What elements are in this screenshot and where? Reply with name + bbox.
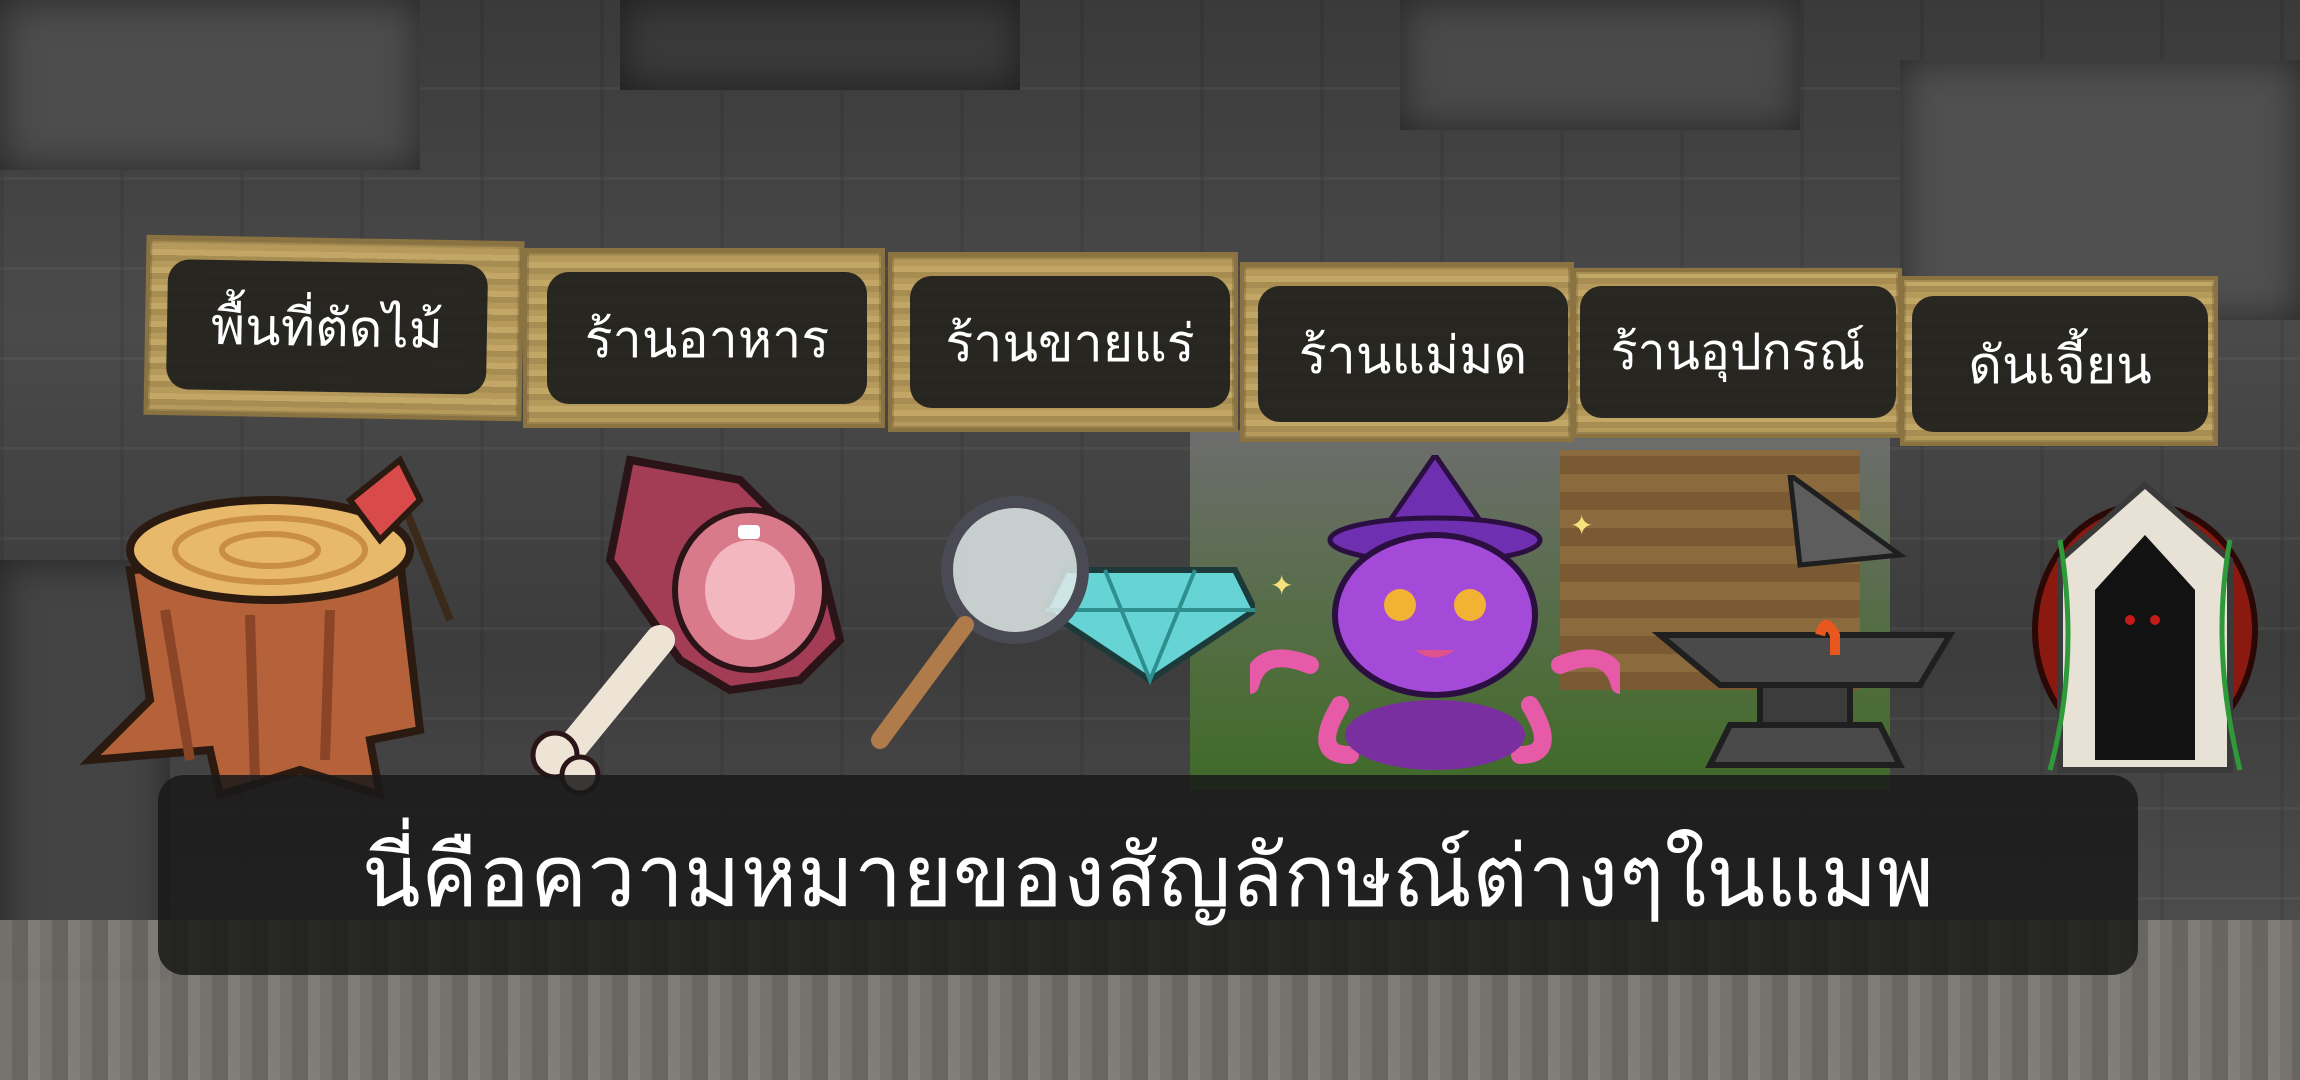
stone-block — [620, 0, 1020, 90]
sign-label: ร้านอุปกรณ์ — [1580, 286, 1896, 418]
sign-woodcutting: พื้นที่ตัดไม้ — [143, 234, 525, 422]
magnifier-diamond-icon — [871, 496, 1255, 749]
sign-label: ดันเจี้ยน — [1912, 296, 2208, 432]
sign-dungeon: ดันเจี้ยน — [1900, 276, 2218, 446]
stone-block — [1400, 0, 1800, 130]
stone-block — [0, 0, 420, 170]
tree-stump-axe-icon — [79, 455, 454, 800]
sign-label: ร้านอาหาร — [547, 272, 867, 404]
sign-mineral-shop: ร้านขายแร่ — [888, 252, 1238, 432]
sign-label: ร้านขายแร่ — [910, 276, 1230, 408]
dungeon-portal-icon — [2032, 480, 2258, 773]
svg-text:✦: ✦ — [1270, 569, 1293, 602]
svg-text:✦: ✦ — [1570, 509, 1593, 542]
sign-witch-shop: ร้านแม่มด — [1240, 262, 1574, 442]
anvil-icon — [1651, 475, 1956, 768]
sign-label: พื้นที่ตัดไม้ — [165, 259, 489, 395]
sign-food-store: ร้านอาหาร — [523, 248, 885, 428]
meat-leg-icon — [530, 455, 845, 796]
sign-upgrade-shop: ร้านอุปกรณ์ — [1572, 268, 1902, 438]
caption-banner: นี่คือความหมายของสัญลักษณ์ต่างๆในแมพ — [158, 775, 2138, 975]
witch-cat-icon: ✦ ✦ — [1250, 455, 1620, 770]
sign-label: ร้านแม่มด — [1258, 286, 1568, 422]
